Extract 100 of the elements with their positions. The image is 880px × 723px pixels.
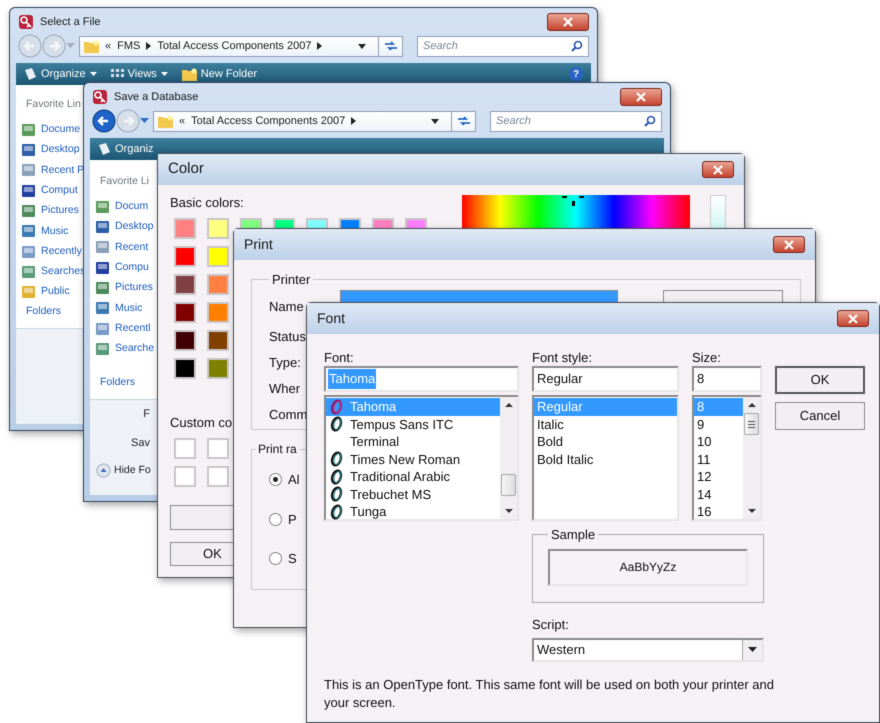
- field-value: 8: [696, 370, 706, 388]
- custom-color-swatch[interactable]: [207, 438, 229, 459]
- nav-link[interactable]: Pictures: [41, 203, 79, 219]
- nav-item-icon: [95, 322, 110, 336]
- nav-link[interactable]: Desktop: [41, 142, 80, 158]
- nav-item-icon: [21, 143, 36, 158]
- list-item[interactable]: 14: [694, 486, 743, 503]
- toolbar-button[interactable]: Organiz: [115, 140, 154, 158]
- radio-label[interactable]: Al: [288, 470, 300, 490]
- nav-item-icon: [21, 163, 36, 178]
- radio-label[interactable]: P: [288, 510, 297, 529]
- toolbar-button[interactable]: New Folder: [200, 66, 258, 82]
- radio-button[interactable]: [269, 552, 282, 566]
- close-icon: [635, 92, 647, 102]
- nav-item-icon: [95, 281, 110, 296]
- breadcrumb[interactable]: Total Access Components 2007: [191, 112, 346, 130]
- list-item[interactable]: Trebuchet MS: [326, 486, 500, 503]
- list-item[interactable]: Bold: [534, 433, 677, 450]
- dropdown-arrow-icon[interactable]: [358, 44, 366, 48]
- text-field[interactable]: 8: [692, 366, 762, 392]
- search-placeholder: Search: [496, 114, 531, 129]
- font-type-icon: [329, 468, 344, 485]
- address-field[interactable]: « FMS Total Access Components 2007: [79, 36, 403, 56]
- list-item[interactable]: Times New Roman: [326, 450, 500, 468]
- custom-color-swatch[interactable]: [207, 466, 229, 487]
- color-swatch[interactable]: [207, 330, 229, 350]
- back-button[interactable]: [92, 109, 116, 133]
- color-swatch[interactable]: [174, 246, 196, 266]
- nav-link[interactable]: Desktop: [115, 219, 154, 236]
- close-button[interactable]: [837, 310, 869, 327]
- breadcrumb[interactable]: Total Access Components 2007: [157, 38, 312, 54]
- font-type-icon: [329, 416, 344, 432]
- scrollbar[interactable]: [743, 397, 760, 519]
- search-field[interactable]: Search: [490, 110, 662, 132]
- breadcrumb[interactable]: FMS: [117, 38, 140, 54]
- nav-link[interactable]: Searche: [115, 341, 154, 357]
- color-swatch[interactable]: [174, 358, 196, 378]
- list-item[interactable]: 16: [694, 503, 743, 520]
- toolbar-button[interactable]: Organize: [41, 66, 86, 82]
- help-button[interactable]: ?: [569, 67, 583, 81]
- nav-link[interactable]: Recently: [41, 244, 82, 260]
- search-field[interactable]: Search: [417, 36, 589, 56]
- nav-item-icon: [95, 301, 110, 316]
- dropdown-arrow-icon[interactable]: [431, 118, 439, 124]
- list-item[interactable]: Tempus Sans ITC: [326, 416, 500, 433]
- list-item[interactable]: Italic: [534, 416, 677, 433]
- radio-label[interactable]: S: [288, 549, 297, 568]
- overflow-mark[interactable]: «: [105, 38, 112, 54]
- close-button[interactable]: [702, 161, 734, 178]
- close-icon: [712, 164, 724, 174]
- list-item[interactable]: 10: [694, 433, 743, 450]
- scrollbar[interactable]: [500, 397, 517, 519]
- text-field[interactable]: Regular: [532, 366, 679, 392]
- address-field[interactable]: « Total Access Components 2007: [153, 110, 476, 132]
- close-button[interactable]: [773, 236, 805, 253]
- nav-link[interactable]: Docum: [115, 199, 148, 215]
- color-swatch[interactable]: [174, 274, 196, 294]
- radio-button[interactable]: [269, 512, 282, 526]
- color-swatch[interactable]: [174, 218, 196, 238]
- nav-link[interactable]: Public: [41, 284, 70, 300]
- hide-folders-button[interactable]: Hide Fo: [114, 463, 151, 479]
- color-swatch[interactable]: [207, 274, 229, 294]
- list-item[interactable]: Tunga: [326, 503, 500, 520]
- nav-link[interactable]: Music: [41, 224, 68, 240]
- script-dropdown[interactable]: Western: [532, 638, 764, 662]
- color-swatch[interactable]: [207, 246, 229, 266]
- close-button[interactable]: [620, 88, 662, 106]
- toolbar-button[interactable]: Views: [128, 66, 157, 82]
- close-button[interactable]: [547, 13, 589, 31]
- overflow-mark[interactable]: «: [179, 112, 186, 130]
- list-item[interactable]: Terminal: [326, 433, 500, 450]
- breadcrumb-arrow-icon: [146, 42, 152, 50]
- nav-link[interactable]: Music: [115, 300, 142, 316]
- nav-link[interactable]: Docume: [41, 122, 80, 138]
- dialog-button[interactable]: Cancel: [775, 402, 865, 430]
- folders-toggle[interactable]: Folders: [100, 375, 136, 391]
- color-swatch[interactable]: [207, 218, 229, 238]
- dialog-button[interactable]: OK: [775, 366, 865, 394]
- nav-link[interactable]: Recentl: [115, 320, 151, 337]
- color-swatch[interactable]: [207, 358, 229, 378]
- field-value: Regular: [536, 370, 584, 388]
- nav-item-icon: [21, 204, 36, 218]
- nav-link[interactable]: Compu: [115, 260, 149, 276]
- field-label: Font:: [324, 349, 355, 366]
- nav-link[interactable]: Pictures: [115, 280, 153, 296]
- color-swatch[interactable]: [174, 302, 196, 322]
- list-item[interactable]: 11: [694, 450, 743, 468]
- radio-button[interactable]: [269, 473, 282, 486]
- list-item[interactable]: Traditional Arabic: [326, 468, 500, 486]
- custom-color-swatch[interactable]: [174, 438, 196, 459]
- color-swatch[interactable]: [174, 330, 196, 350]
- folder-icon: [182, 68, 197, 80]
- list-item[interactable]: 9: [694, 416, 743, 433]
- color-swatch[interactable]: [207, 302, 229, 322]
- list-item[interactable]: 12: [694, 468, 743, 486]
- custom-color-swatch[interactable]: [174, 466, 196, 487]
- nav-link[interactable]: Comput: [41, 182, 78, 199]
- list-item[interactable]: Bold Italic: [534, 450, 677, 468]
- folders-toggle[interactable]: Folders: [26, 304, 62, 320]
- nav-link[interactable]: Recent: [115, 240, 148, 256]
